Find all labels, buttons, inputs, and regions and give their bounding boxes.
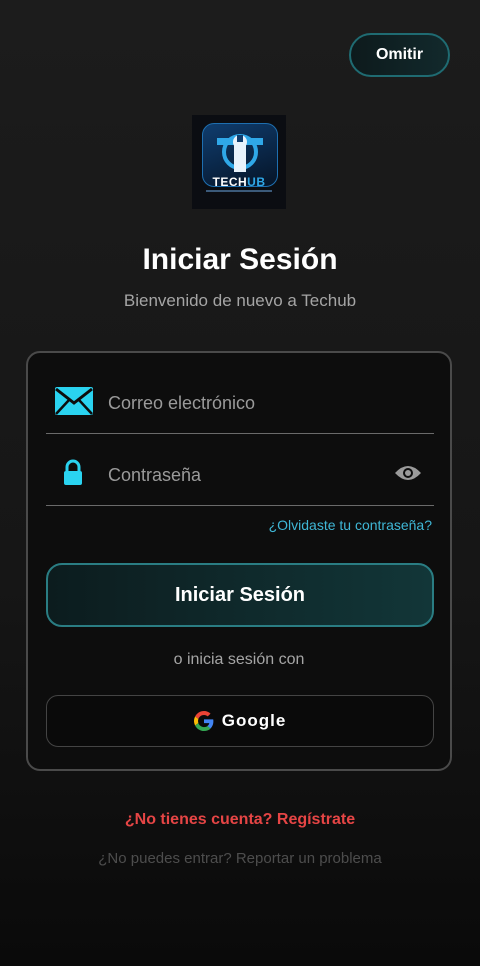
login-button[interactable]: Iniciar Sesión xyxy=(46,563,434,627)
password-input[interactable] xyxy=(106,457,390,493)
skip-button[interactable]: Omitir xyxy=(349,33,450,77)
forgot-password-link[interactable]: ¿Olvidaste tu contraseña? xyxy=(269,517,432,533)
page-subtitle: Bienvenido de nuevo a Techub xyxy=(123,291,357,310)
register-link[interactable]: ¿No tienes cuenta? Regístrate xyxy=(0,811,480,829)
page-title: Iniciar Sesión xyxy=(142,243,338,276)
techub-logo: TECHUB xyxy=(192,115,286,209)
email-field xyxy=(46,371,434,434)
google-login-button[interactable]: Google xyxy=(46,695,434,747)
envelope-icon xyxy=(54,386,94,421)
login-card: ¿Olvidaste tu contraseña? Iniciar Sesión… xyxy=(26,351,452,771)
logo-wordmark: TECHUB xyxy=(212,175,266,189)
lock-icon xyxy=(62,459,84,492)
eye-icon[interactable] xyxy=(394,463,422,488)
logo-tagline-bar xyxy=(206,190,272,192)
google-icon xyxy=(193,711,214,731)
email-input[interactable] xyxy=(106,385,390,421)
google-button-label: Google xyxy=(221,711,287,730)
report-problem-link[interactable]: ¿No puedes entrar? Reportar un problema xyxy=(0,850,480,867)
or-divider-text: o inicia sesión con xyxy=(173,651,305,668)
password-field xyxy=(46,443,434,506)
